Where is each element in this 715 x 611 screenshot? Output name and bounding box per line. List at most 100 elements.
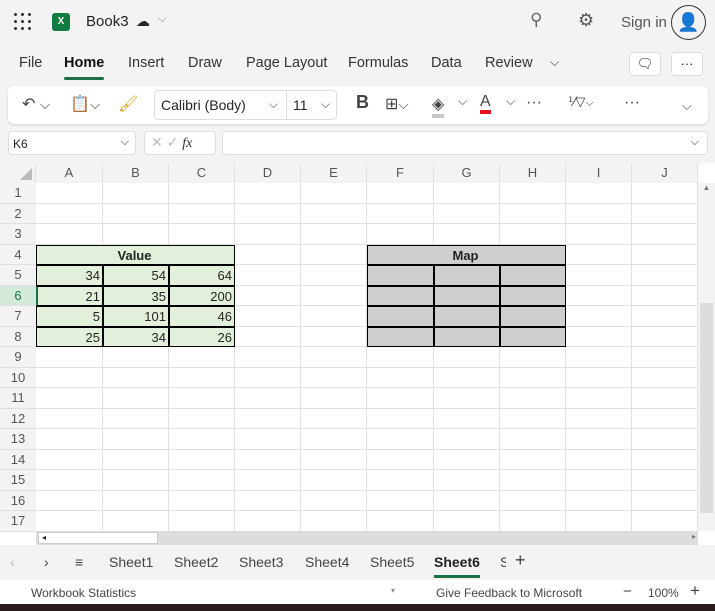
cell-F3[interactable] — [367, 224, 434, 245]
cell-A11[interactable] — [36, 388, 103, 409]
column-header-H[interactable]: H — [500, 163, 566, 183]
cell-D10[interactable] — [235, 367, 301, 388]
cell-E5[interactable] — [301, 265, 367, 286]
name-box[interactable]: K6 ⌵ — [8, 131, 136, 155]
chevron-down-icon[interactable]: ⌵ — [506, 94, 515, 109]
cell-G1[interactable] — [434, 183, 500, 204]
cell-H5[interactable] — [500, 265, 566, 286]
cell-A16[interactable] — [36, 490, 103, 511]
cell-D9[interactable] — [235, 347, 301, 368]
row-header-14[interactable]: 14 — [0, 449, 36, 470]
cell-C10[interactable] — [169, 367, 235, 388]
cell-F14[interactable] — [367, 449, 434, 470]
cell-C5[interactable]: 64 — [169, 265, 235, 286]
sheet-tab[interactable]: Sheet4 — [305, 554, 349, 570]
sheet-tab[interactable]: Sheet3 — [239, 554, 283, 570]
cell-C14[interactable] — [169, 449, 235, 470]
paste-clipboard-icon[interactable]: 📋⌵ — [70, 94, 100, 114]
tab-file[interactable]: File — [19, 55, 42, 71]
cell-E7[interactable] — [301, 306, 367, 327]
cell-D1[interactable] — [235, 183, 301, 204]
cell-D11[interactable] — [235, 388, 301, 409]
row-header-2[interactable]: 2 — [0, 203, 36, 224]
cell-I6[interactable] — [566, 285, 632, 306]
cell-G11[interactable] — [434, 388, 500, 409]
cell-G17[interactable] — [434, 511, 500, 532]
row-header-6[interactable]: 6 — [0, 285, 36, 306]
cell-J7[interactable] — [632, 306, 698, 327]
cell-E6[interactable] — [301, 285, 367, 306]
cell-I11[interactable] — [566, 388, 632, 409]
cell-H1[interactable] — [500, 183, 566, 204]
cell-E16[interactable] — [301, 490, 367, 511]
cell-E15[interactable] — [301, 470, 367, 491]
cell-F12[interactable] — [367, 408, 434, 429]
cell-D3[interactable] — [235, 224, 301, 245]
cell-B9[interactable] — [103, 347, 169, 368]
cell-F9[interactable] — [367, 347, 434, 368]
cell-G2[interactable] — [434, 203, 500, 224]
cell-B12[interactable] — [103, 408, 169, 429]
row-header-4[interactable]: 4 — [0, 244, 36, 265]
bold-button[interactable]: B — [356, 92, 369, 113]
cell-B8[interactable]: 34 — [103, 326, 169, 347]
column-header-C[interactable]: C — [169, 163, 235, 183]
row-header-7[interactable]: 7 — [0, 306, 36, 327]
column-header-B[interactable]: B — [103, 163, 169, 183]
format-painter-icon[interactable]: 🖌 — [118, 94, 138, 114]
cell-F6[interactable] — [367, 285, 434, 306]
cell-E3[interactable] — [301, 224, 367, 245]
font-color-icon[interactable]: A — [480, 94, 491, 114]
workbook-statistics-button[interactable]: Workbook Statistics — [31, 586, 136, 600]
chevron-down-icon[interactable]: ⌵ — [158, 13, 166, 26]
cell-D14[interactable] — [235, 449, 301, 470]
cell-J12[interactable] — [632, 408, 698, 429]
cell-C1[interactable] — [169, 183, 235, 204]
cell-H10[interactable] — [500, 367, 566, 388]
next-sheet-icon[interactable]: › — [44, 554, 49, 570]
cell-C7[interactable]: 46 — [169, 306, 235, 327]
row-header-3[interactable]: 3 — [0, 224, 36, 245]
expand-ribbon-icon[interactable]: ⌵ — [682, 98, 692, 114]
tab-home[interactable]: Home — [64, 55, 105, 80]
horizontal-scrollbar[interactable]: ◂ ▸ — [36, 531, 698, 545]
cell-H16[interactable] — [500, 490, 566, 511]
cell-B14[interactable] — [103, 449, 169, 470]
cell-C8[interactable]: 26 — [169, 326, 235, 347]
column-header-I[interactable]: I — [566, 163, 632, 183]
cell-D13[interactable] — [235, 429, 301, 450]
font-name-select[interactable]: Calibri (Body) — [161, 97, 246, 113]
document-title[interactable]: Book3 — [86, 13, 129, 30]
cell-I1[interactable] — [566, 183, 632, 204]
cell-A5[interactable]: 34 — [36, 265, 103, 286]
cell-H11[interactable] — [500, 388, 566, 409]
column-header-A[interactable]: A — [36, 163, 103, 183]
cell-D2[interactable] — [235, 203, 301, 224]
cell-H15[interactable] — [500, 470, 566, 491]
cell-J1[interactable] — [632, 183, 698, 204]
cell-G14[interactable] — [434, 449, 500, 470]
cell-I12[interactable] — [566, 408, 632, 429]
cell-J2[interactable] — [632, 203, 698, 224]
row-header-16[interactable]: 16 — [0, 490, 36, 511]
cell-F11[interactable] — [367, 388, 434, 409]
cell-J14[interactable] — [632, 449, 698, 470]
cell-I7[interactable] — [566, 306, 632, 327]
cell-F7[interactable] — [367, 306, 434, 327]
cell-J16[interactable] — [632, 490, 698, 511]
cell-E1[interactable] — [301, 183, 367, 204]
row-header-8[interactable]: 8 — [0, 326, 36, 347]
cell-B16[interactable] — [103, 490, 169, 511]
cell-C11[interactable] — [169, 388, 235, 409]
cell-I17[interactable] — [566, 511, 632, 532]
cell-C12[interactable] — [169, 408, 235, 429]
cell-D7[interactable] — [235, 306, 301, 327]
cancel-icon[interactable]: ✕ — [151, 134, 163, 150]
cell-F16[interactable] — [367, 490, 434, 511]
tab-review[interactable]: Review — [485, 55, 533, 71]
cell-A1[interactable] — [36, 183, 103, 204]
cell-G6[interactable] — [434, 285, 500, 306]
cell-H3[interactable] — [500, 224, 566, 245]
cell-C2[interactable] — [169, 203, 235, 224]
cell-G16[interactable] — [434, 490, 500, 511]
